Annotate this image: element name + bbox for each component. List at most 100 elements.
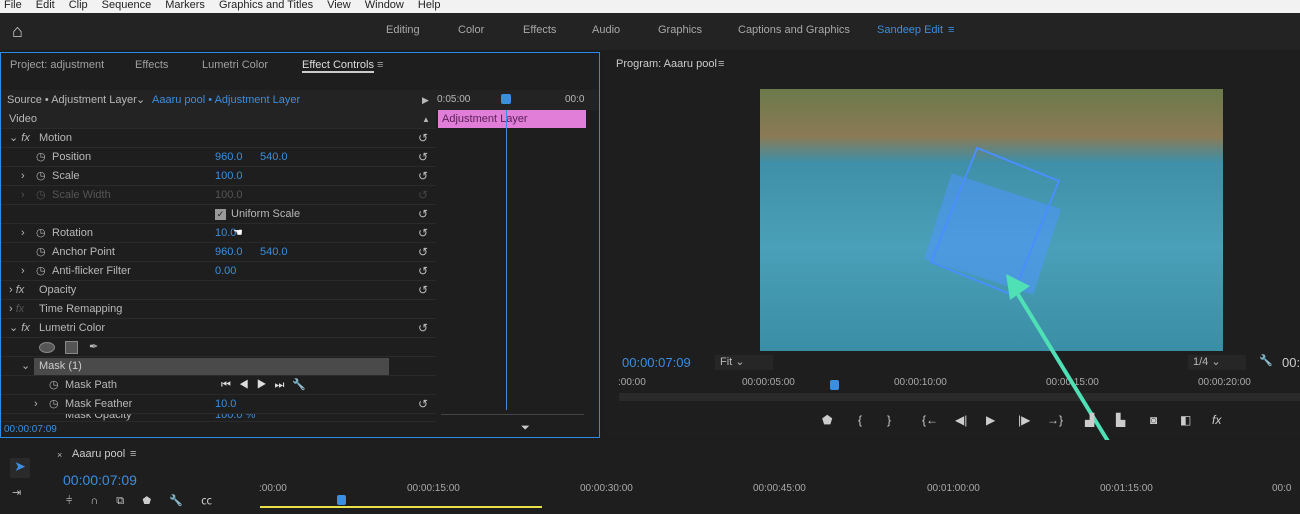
menu-view[interactable]: View [327, 0, 351, 13]
stopwatch-icon[interactable]: ◷ [36, 243, 46, 262]
extract-icon[interactable]: ▙ [1116, 413, 1125, 427]
zoom-scrollbar[interactable] [441, 414, 584, 415]
reset-icon[interactable]: ↺ [418, 319, 428, 338]
stopwatch-icon[interactable]: ◷ [36, 148, 46, 167]
reset-icon[interactable]: ↺ [418, 224, 428, 243]
playhead[interactable] [501, 94, 511, 104]
adjustment-layer-clip[interactable]: Adjustment Layer [438, 110, 586, 128]
lumetri-color-effect[interactable]: Lumetri Color [39, 319, 105, 338]
reset-icon[interactable]: ↺ [418, 243, 428, 262]
menu-markers[interactable]: Markers [165, 0, 205, 13]
reset-icon[interactable]: ↺ [418, 148, 428, 167]
workspace-bar: ⌂ Editing Color Effects Audio Graphics C… [0, 13, 1300, 50]
reset-icon[interactable]: ↺ [418, 205, 428, 224]
filter-icon[interactable]: ⏷ [521, 422, 530, 435]
play-icon[interactable]: ▶ [422, 90, 429, 110]
add-marker-icon[interactable]: ⬟ [822, 413, 832, 427]
resolution-select[interactable]: 1/4 ⌄ [1188, 355, 1246, 370]
stopwatch-icon[interactable]: ◷ [36, 167, 46, 186]
tab-project[interactable]: Project: adjustment [10, 59, 104, 71]
tab-effects[interactable]: Effects [523, 24, 556, 36]
panel-menu-icon[interactable]: ≡ [130, 448, 136, 460]
tab-color[interactable]: Color [458, 24, 484, 36]
timeline-playhead[interactable] [337, 495, 346, 505]
stopwatch-icon[interactable]: ◷ [36, 262, 46, 281]
menu-sequence[interactable]: Sequence [102, 0, 152, 13]
anchor-x[interactable]: 960.0 [215, 243, 243, 262]
position-x[interactable]: 960.0 [215, 148, 243, 167]
tab-audio[interactable]: Audio [592, 24, 620, 36]
tab-effect-controls[interactable]: Effect Controls [302, 59, 374, 73]
pen-mask-icon[interactable]: ✒ [89, 338, 98, 357]
work-area-bar[interactable] [260, 506, 542, 508]
panel-menu-icon[interactable]: ≡ [718, 58, 724, 70]
camera-icon[interactable]: ◙ [1150, 413, 1157, 427]
compare-icon[interactable]: ◧ [1180, 413, 1191, 427]
menu-window[interactable]: Window [365, 0, 404, 13]
home-icon[interactable]: ⌂ [12, 21, 23, 42]
reset-icon[interactable]: ↺ [418, 129, 428, 148]
tick-label: :00:00 [259, 483, 287, 494]
track-select-icon[interactable]: ⇥ [12, 486, 21, 499]
close-icon[interactable]: × [57, 450, 62, 460]
panel-menu-icon[interactable]: ≡ [377, 59, 383, 71]
menu-edit[interactable]: Edit [36, 0, 55, 13]
tab-lumetri[interactable]: Lumetri Color [202, 59, 268, 71]
timeline-timecode[interactable]: 00:00:07:09 [63, 472, 137, 488]
tab-graphics[interactable]: Graphics [658, 24, 702, 36]
menu-graphics[interactable]: Graphics and Titles [219, 0, 313, 13]
mark-in-icon[interactable]: { [858, 413, 862, 427]
uniform-scale-checkbox[interactable]: ✓ [215, 209, 226, 220]
reset-icon[interactable]: ↺ [418, 167, 428, 186]
anti-flicker-value[interactable]: 0.00 [215, 262, 236, 281]
panel-timecode[interactable]: 00:00:07:09 [4, 424, 57, 435]
menu-help[interactable]: Help [418, 0, 441, 13]
reset-icon[interactable]: ↺ [418, 262, 428, 281]
reset-icon[interactable]: ↺ [418, 395, 428, 414]
workspace-menu-icon[interactable]: ≡ [948, 24, 954, 36]
sequence-tab[interactable]: Aaaru pool [72, 448, 125, 460]
tab-effects-panel[interactable]: Effects [135, 59, 168, 71]
scale-value[interactable]: 100.0 [215, 167, 243, 186]
sequence-select[interactable]: Aaaru pool • Adjustment Layer [152, 90, 300, 110]
menu-clip[interactable]: Clip [69, 0, 88, 13]
stopwatch-icon[interactable]: ◷ [36, 224, 46, 243]
go-to-in-icon[interactable]: {← [922, 413, 938, 427]
time-remapping-effect[interactable]: Time Remapping [39, 300, 122, 319]
stopwatch-icon[interactable]: ◷ [49, 376, 59, 395]
reset-icon[interactable]: ↺ [418, 281, 428, 300]
zoom-bar[interactable] [619, 393, 1300, 401]
wrench-icon[interactable]: 🔧 [1259, 354, 1273, 367]
mark-out-icon[interactable]: } [887, 413, 891, 427]
tab-editing[interactable]: Editing [386, 24, 420, 36]
ellipse-mask-icon[interactable] [39, 342, 55, 353]
program-playhead[interactable] [830, 380, 839, 390]
step-forward-icon[interactable]: |▶ [1018, 413, 1030, 427]
chevron-down-icon[interactable]: ⌄ [136, 90, 145, 110]
step-back-icon[interactable]: ◀| [955, 413, 967, 427]
mask-feather-value[interactable]: 10.0 [215, 395, 236, 414]
fx-icon[interactable]: fx [1212, 413, 1221, 427]
opacity-effect[interactable]: Opacity [39, 281, 76, 300]
zoom-select[interactable]: Fit ⌄ [715, 355, 773, 370]
motion-effect[interactable]: Motion [39, 129, 72, 148]
mask-opacity-value[interactable]: 100.0 % [215, 414, 255, 421]
go-to-out-icon[interactable]: →} [1047, 413, 1063, 427]
anti-flicker-label: Anti-flicker Filter [52, 265, 131, 277]
mask-1[interactable]: Mask (1) [34, 358, 389, 375]
tick-label: 00:00:20:00 [1198, 377, 1251, 388]
menu-file[interactable]: File [4, 0, 22, 13]
play-button[interactable]: ▶ [986, 413, 995, 427]
mask-track-controls[interactable]: ⏮◀▶⏭🔧 [221, 376, 314, 395]
position-y[interactable]: 540.0 [260, 148, 288, 167]
program-timecode[interactable]: 00:00:07:09 [622, 355, 691, 370]
lift-icon[interactable]: ▟ [1085, 413, 1094, 427]
timeline-tools[interactable]: ⫩∩⧉⬟🔧㏄ [66, 492, 230, 508]
tab-captions[interactable]: Captions and Graphics [738, 24, 850, 36]
stopwatch-icon[interactable]: ◷ [49, 395, 59, 414]
selection-tool-icon[interactable]: ➤ [10, 458, 30, 478]
rectangle-mask-icon[interactable] [65, 341, 78, 354]
anchor-y[interactable]: 540.0 [260, 243, 288, 262]
ruler-start: 0:05:00 [437, 94, 471, 105]
tab-sandeep-edit[interactable]: Sandeep Edit [877, 24, 943, 36]
